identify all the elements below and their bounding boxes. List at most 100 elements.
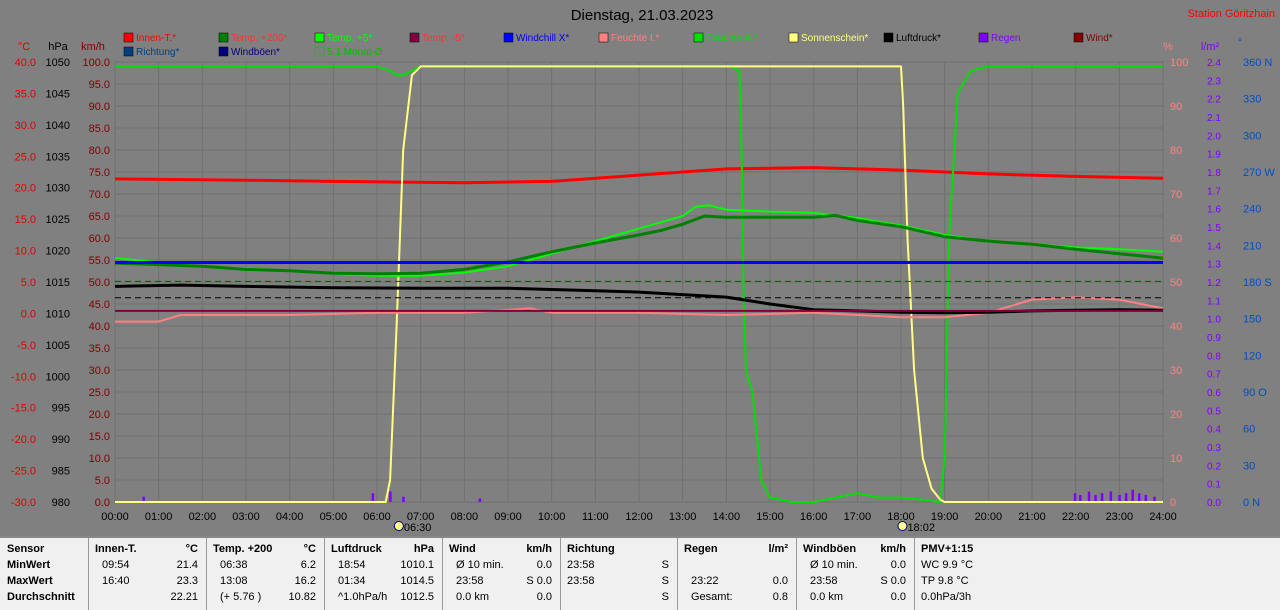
temp-tick-label: -10.0 [11, 371, 36, 383]
legend-label: Temp. +5* [327, 33, 372, 44]
stats-cell: TP 9.8 °C [921, 575, 969, 587]
rain-tick-label: 1.6 [1207, 205, 1221, 216]
stats-column: Temp. +200 °C 06:38 6.2 13:08 16.2 (+ 5.76 ) 10… [206, 538, 325, 610]
pressure-tick-label: 1010 [46, 308, 70, 320]
stats-header: Temp. +200 [213, 543, 273, 555]
stats-cell: 18:54 [338, 559, 366, 571]
rain-tick-label: 0.0 [1207, 498, 1221, 509]
legend-swatch [1073, 32, 1084, 43]
rain-tick-label: 0.5 [1207, 406, 1221, 417]
humidity-tick-label: 80 [1170, 145, 1182, 157]
x-tick-label: 13:00 [669, 511, 697, 523]
temp-tick-label: -5.0 [17, 340, 36, 352]
rain-bar [1073, 493, 1077, 502]
legend-swatch [218, 32, 229, 43]
legend-swatch [883, 32, 894, 43]
pressure-tick-label: 1050 [46, 57, 70, 69]
rain-tick-label: 0.8 [1207, 351, 1221, 362]
wind-tick-label: 25.0 [89, 387, 110, 399]
stats-value: 1014.5 [400, 575, 434, 587]
stats-value: 0.0 [536, 591, 552, 603]
pressure-tick-label: 1000 [46, 371, 70, 383]
stats-column: Sensor MinWert MaxWert Durchschnitt [0, 538, 89, 610]
rain-bar [1131, 489, 1134, 502]
wind-tick-label: 45.0 [89, 299, 110, 311]
x-tick-label: 03:00 [232, 511, 260, 523]
legend-swatch [218, 46, 229, 57]
stats-cell: 23:22 [691, 575, 719, 587]
legend-swatch [598, 32, 609, 43]
x-tick-label: 09:00 [494, 511, 522, 523]
rain-tick-label: 0.3 [1207, 443, 1221, 454]
stats-header: Sensor [7, 543, 45, 555]
pressure-tick-label: 985 [52, 466, 70, 478]
x-tick-label: 01:00 [145, 511, 173, 523]
x-tick-label: 17:00 [844, 511, 872, 523]
legend-swatch [693, 32, 704, 43]
stats-value: 0.0 [536, 559, 552, 571]
sun-marker-label: 06:30 [404, 522, 432, 534]
stats-unit: l/m² [768, 543, 788, 555]
stats-value: S [661, 559, 669, 571]
rain-tick-label: 2.3 [1207, 76, 1221, 87]
humidity-tick-label: 60 [1170, 233, 1182, 245]
wind-tick-label: 40.0 [89, 321, 110, 333]
legend-swatch [123, 32, 134, 43]
temp-tick-label: -25.0 [11, 466, 36, 478]
x-tick-label: 24:00 [1149, 511, 1177, 523]
legend-label: Wind* [1086, 33, 1113, 44]
stats-column: Wind km/h Ø 10 min. 0.0 23:58 S 0.0 0.0 km 0.0 [442, 538, 561, 610]
rain-tick-label: 1.9 [1207, 150, 1221, 161]
rain-tick-label: 2.1 [1207, 113, 1221, 124]
temp-tick-label: 30.0 [15, 120, 36, 132]
pressure-tick-label: 980 [52, 497, 70, 509]
x-tick-label: 10:00 [538, 511, 566, 523]
wind-tick-label: 15.0 [89, 431, 110, 443]
rain-bar [1137, 493, 1141, 502]
rain-bar [1109, 491, 1113, 502]
stats-value: 0.0 [890, 591, 906, 603]
rain-bar [402, 496, 405, 502]
stats-header: Wind [449, 543, 476, 555]
stats-cell: 0.0 km [810, 591, 844, 603]
rain-tick-label: 0.9 [1207, 333, 1221, 344]
stats-value: S 0.0 [880, 575, 906, 587]
pressure-tick-label: 990 [52, 434, 70, 446]
stats-unit: km/h [880, 543, 906, 555]
legend-swatch [503, 32, 514, 43]
pressure-tick-label: 1005 [46, 340, 70, 352]
x-tick-label: 08:00 [451, 511, 479, 523]
direction-tick-label: 180 S [1243, 277, 1272, 289]
wind-tick-label: 20.0 [89, 409, 110, 421]
rain-bar [371, 493, 375, 502]
pressure-tick-label: 1035 [46, 151, 70, 163]
rain-tick-label: 0.7 [1207, 370, 1221, 381]
legend-label: Regen [991, 33, 1020, 44]
stats-value: 0.0 [890, 559, 906, 571]
pressure-tick-label: 995 [52, 403, 70, 415]
wind-tick-label: 60.0 [89, 233, 110, 245]
legend-swatch [314, 32, 325, 43]
wind-tick-label: 5.0 [95, 475, 110, 487]
humidity-tick-label: 30 [1170, 365, 1182, 377]
legend-label: Temp. +200* [231, 33, 288, 44]
stats-cell: 0.0hPa/3h [921, 591, 972, 603]
stats-column: Regen l/m² 23:22 0.0 Gesamt: 0.8 [677, 538, 797, 610]
temp-tick-label: 5.0 [21, 277, 36, 289]
stats-value: 6.2 [300, 559, 316, 571]
chart-title: Dienstag, 21.03.2023 [571, 7, 714, 24]
stats-cell: 16:40 [102, 575, 130, 587]
stats-cell: 23:58 [567, 575, 595, 587]
stats-row-label: MaxWert [7, 575, 53, 587]
direction-tick-label: 300 [1243, 130, 1261, 142]
x-tick-label: 22:00 [1062, 511, 1090, 523]
legend-label: Sonnenschein* [801, 33, 868, 44]
rain-tick-label: 1.8 [1207, 168, 1221, 179]
stats-value: 10.82 [288, 591, 316, 603]
temp-tick-label: -30.0 [11, 497, 36, 509]
stats-cell: 23:58 [810, 575, 838, 587]
direction-tick-label: 120 [1243, 350, 1261, 362]
direction-tick-label: 240 [1243, 204, 1261, 216]
direction-tick-label: 150 [1243, 314, 1261, 326]
x-tick-label: 16:00 [800, 511, 828, 523]
